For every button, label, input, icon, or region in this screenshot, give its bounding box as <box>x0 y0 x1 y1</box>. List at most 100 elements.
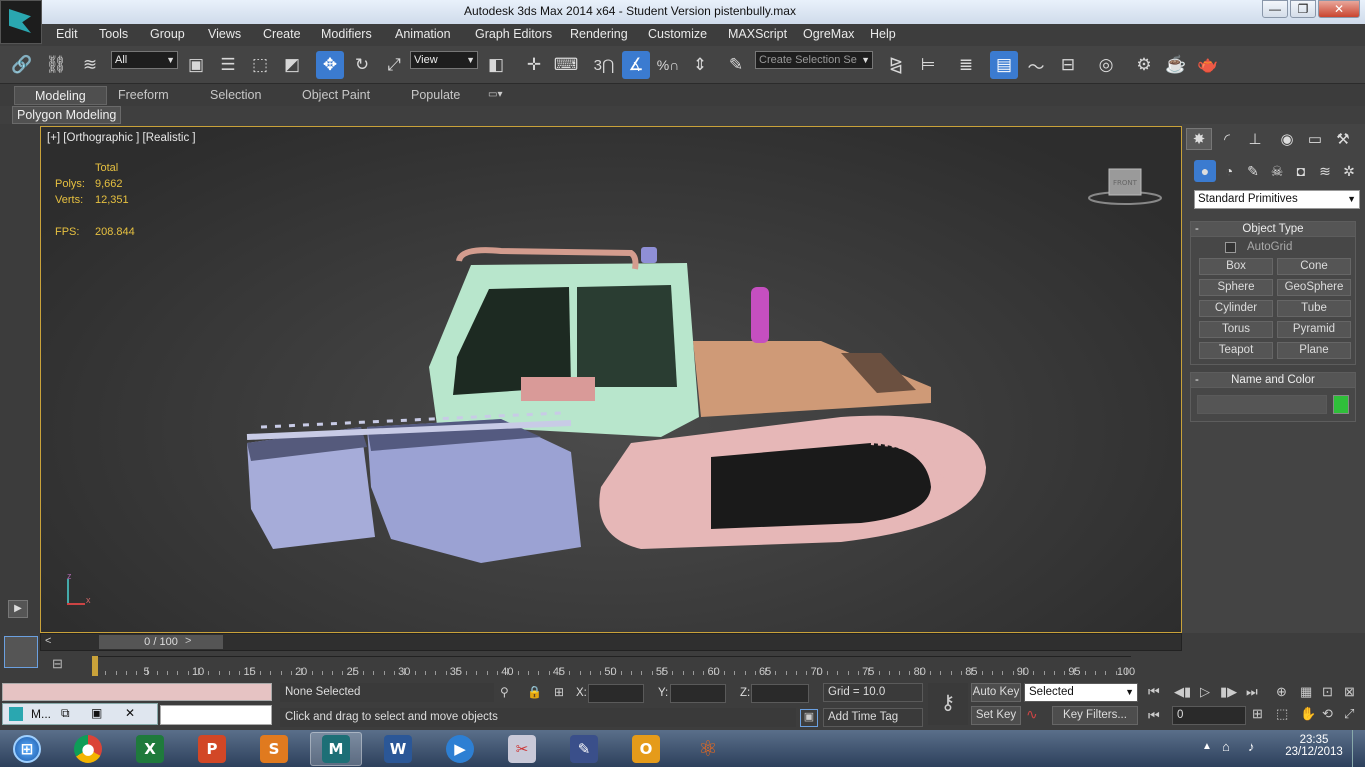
menu-ogremax[interactable]: OgreMax <box>803 27 854 41</box>
viewport-orthographic[interactable]: [+] [Orthographic ] [Realistic ] Total P… <box>40 126 1182 633</box>
create-icon[interactable]: ✸ <box>1186 128 1212 150</box>
pan-view-icon[interactable]: ✋ <box>1300 706 1316 722</box>
curve-editor-icon[interactable]: 〜 <box>1022 51 1050 79</box>
select-and-scale-icon[interactable]: ⤢ <box>380 51 408 79</box>
maximize-viewport-icon[interactable]: ⤢ <box>1344 706 1354 722</box>
pyramid-button[interactable]: Pyramid <box>1277 321 1351 338</box>
close-button[interactable]: ✕ <box>1318 0 1360 18</box>
name-and-color-header[interactable]: - Name and Color <box>1191 373 1355 388</box>
motion-icon[interactable]: ◉ <box>1274 128 1300 150</box>
set-key-button[interactable]: Set Key <box>971 706 1021 725</box>
transform-type-in-icon[interactable]: ⊞ <box>554 685 564 699</box>
maxscript-mini-listener[interactable] <box>2 683 272 701</box>
time-slider[interactable]: < 0 / 100 > <box>40 633 1182 651</box>
minimized-close-icon[interactable]: ✕ <box>125 706 135 720</box>
window-crossing-icon[interactable]: ◩ <box>278 51 306 79</box>
material-editor-icon[interactable]: ◎ <box>1092 51 1120 79</box>
taskbar-3dsmax[interactable]: M <box>310 732 362 766</box>
zoom-extents-icon[interactable]: ⊡ <box>1322 684 1333 700</box>
modify-icon[interactable]: ◜ <box>1214 128 1240 150</box>
menu-animation[interactable]: Animation <box>395 27 451 41</box>
sphere-button[interactable]: Sphere <box>1199 279 1273 296</box>
geosphere-button[interactable]: GeoSphere <box>1277 279 1351 296</box>
object-type-header[interactable]: - Object Type <box>1191 222 1355 237</box>
select-object-icon[interactable]: ▣ <box>182 51 210 79</box>
time-next-button[interactable]: > <box>185 635 191 647</box>
percent-snap-icon[interactable]: %∩ <box>654 51 682 79</box>
time-tag-icon[interactable]: ▣ <box>800 709 818 727</box>
reference-coordinate-dropdown[interactable]: View ▼ <box>410 51 478 69</box>
key-mode-toggle-icon[interactable]: ⏮ <box>1148 708 1160 724</box>
time-configuration-icon[interactable]: ⊞ <box>1252 706 1263 722</box>
viewport-label[interactable]: [+] [Orthographic ] [Realistic ] <box>47 132 196 144</box>
taskbar-media-player[interactable]: ▶ <box>434 732 486 766</box>
minimize-button[interactable]: — <box>1262 0 1288 18</box>
taskbar-other[interactable]: ⚛ <box>682 732 734 766</box>
menu-edit[interactable]: Edit <box>56 27 78 41</box>
selection-lock-icon[interactable]: 🔒 <box>527 685 542 699</box>
menu-graph-editors[interactable]: Graph Editors <box>475 27 552 41</box>
tab-selection[interactable]: Selection <box>190 86 281 105</box>
snaps-toggle-icon[interactable]: 3 ⋂ <box>590 51 618 79</box>
maxscript-output-field[interactable] <box>160 705 272 725</box>
named-selection-sets-field[interactable]: Create Selection Se ▼ <box>755 51 873 69</box>
track-bar-ruler[interactable]: 0510152025303540455055606570758085909510… <box>92 656 1135 678</box>
select-by-name-icon[interactable]: ☰ <box>214 51 242 79</box>
time-prev-button[interactable]: < <box>45 635 51 647</box>
menu-views[interactable]: Views <box>208 27 241 41</box>
geometry-icon[interactable]: ● <box>1194 160 1216 182</box>
selection-filter-dropdown[interactable]: All ▼ <box>111 51 178 69</box>
system-clock[interactable]: 23:35 23/12/2013 <box>1284 734 1344 758</box>
spinner-snap-icon[interactable]: ⇕ <box>686 51 714 79</box>
zoom-extents-all-icon[interactable]: ⊠ <box>1344 684 1355 700</box>
space-warps-icon[interactable]: ≋ <box>1314 160 1336 182</box>
keyboard-shortcut-override-icon[interactable]: ⌨ <box>552 51 580 79</box>
helpers-icon[interactable]: ◘ <box>1290 160 1312 182</box>
goto-start-icon[interactable]: ⏮ <box>1148 684 1160 700</box>
hierarchy-icon[interactable]: ⊥ <box>1242 128 1268 150</box>
x-coordinate-field[interactable] <box>588 684 644 703</box>
mini-curve-editor-icon[interactable]: ⊟ <box>52 656 72 674</box>
cone-button[interactable]: Cone <box>1277 258 1351 275</box>
cameras-icon[interactable]: ☠ <box>1266 160 1288 182</box>
tab-freeform[interactable]: Freeform <box>98 86 189 105</box>
zoom-all-icon[interactable]: ▦ <box>1300 684 1312 700</box>
taskbar-writer[interactable]: ✎ <box>558 732 610 766</box>
autogrid-checkbox[interactable] <box>1225 242 1236 253</box>
tab-populate[interactable]: Populate <box>391 86 480 105</box>
shapes-icon[interactable]: ◔ <box>1218 160 1240 182</box>
isolate-selection-icon[interactable]: ⚲ <box>500 685 509 699</box>
maxscript-listener-icon[interactable] <box>4 636 38 668</box>
menu-rendering[interactable]: Rendering <box>570 27 628 41</box>
bind-space-warp-icon[interactable]: ≋ <box>76 51 104 79</box>
y-coordinate-field[interactable] <box>670 684 726 703</box>
taskbar-paint[interactable]: ✂ <box>496 732 548 766</box>
rectangle-selection-icon[interactable]: ⬚ <box>246 51 274 79</box>
box-button[interactable]: Box <box>1199 258 1273 275</box>
angle-snap-icon[interactable]: ∡ <box>622 51 650 79</box>
edit-named-selection-icon[interactable]: ✎ <box>722 51 750 79</box>
time-slider-thumb[interactable]: 0 / 100 <box>99 635 223 649</box>
restore-button[interactable]: ❐ <box>1290 0 1316 18</box>
align-icon[interactable]: ⊨ <box>914 51 942 79</box>
taskbar-outlook[interactable]: O <box>620 732 672 766</box>
field-of-view-icon[interactable]: ⬚ <box>1276 706 1288 722</box>
minimized-restore-icon[interactable]: ⧉ <box>61 706 70 721</box>
taskbar-slides[interactable]: S <box>248 732 300 766</box>
teapot-button[interactable]: Teapot <box>1199 342 1273 359</box>
play-icon[interactable]: ▷ <box>1200 684 1210 700</box>
primitive-category-dropdown[interactable]: Standard Primitives ▼ <box>1194 190 1360 209</box>
menu-group[interactable]: Group <box>150 27 185 41</box>
menu-maxscript[interactable]: MAXScript <box>728 27 787 41</box>
key-tangent-icon[interactable]: ∿ <box>1026 706 1038 723</box>
start-button[interactable]: ⊞ <box>2 732 52 766</box>
render-setup-icon[interactable]: ⚙ <box>1130 51 1158 79</box>
menu-customize[interactable]: Customize <box>648 27 707 41</box>
taskbar-powerpoint[interactable]: P <box>186 732 238 766</box>
ribbon-options-icon[interactable]: ▭▾ <box>488 89 502 100</box>
rendered-frame-window-icon[interactable]: ☕ <box>1162 51 1190 79</box>
current-frame-field[interactable]: 0 <box>1172 706 1246 725</box>
taskbar-excel[interactable]: X <box>124 732 176 766</box>
link-icon[interactable]: 🔗 <box>8 51 36 79</box>
goto-end-icon[interactable]: ⏭ <box>1246 684 1258 700</box>
